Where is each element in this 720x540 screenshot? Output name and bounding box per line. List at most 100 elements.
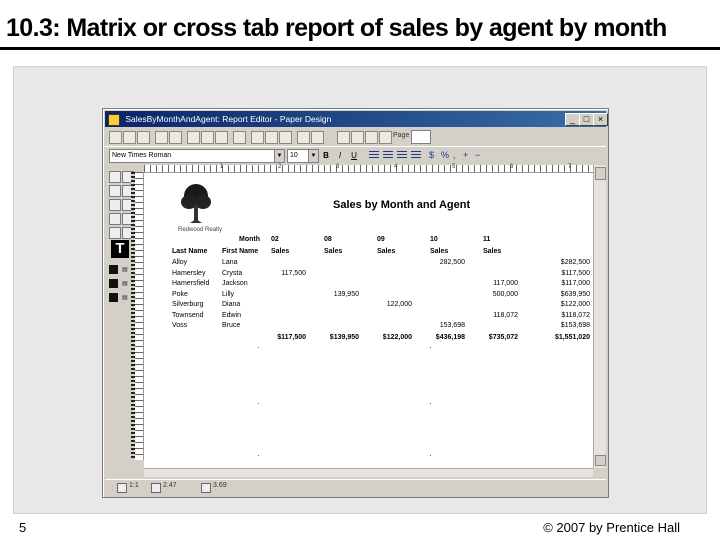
logo-caption: Redwood Realty [178,227,223,233]
fill-color-icon[interactable] [109,265,118,274]
rotate-tool-icon[interactable] [109,185,121,197]
magnifier-icon [117,483,127,493]
app-icon [108,114,120,126]
web-source-icon[interactable] [279,131,292,144]
table-cell: Edwin [222,311,242,319]
tool-palette: T ▤ ▤ ▤ [106,165,134,435]
total-cell: $117,500 [277,334,306,341]
page-label: Page [393,132,410,139]
guide-dot [258,403,259,404]
guide-dot [430,455,431,456]
report-canvas[interactable]: Redwood Realty Sales by Month and Agent … [144,173,593,468]
month-header: 09 [377,236,385,243]
window-title: SalesByMonthAndAgent: Report Editor - Pa… [125,114,332,124]
rectangle-tool-icon[interactable] [109,213,121,225]
line-color-icon[interactable] [109,279,118,288]
table-cell: 117,000 [493,280,518,287]
scroll-thumb[interactable] [595,167,606,180]
font-name-select[interactable]: New Times Roman ▼ [109,149,285,163]
slide-number: 5 [19,520,27,535]
table-cell: Poke [172,290,188,298]
text-tool-icon[interactable]: T [111,240,129,258]
paper-design-icon[interactable] [251,131,264,144]
commas-icon[interactable]: , [453,150,456,160]
bold-button[interactable]: B [321,150,331,161]
remove-decimal-icon[interactable]: − [475,150,480,160]
table-cell: Alloy [172,259,188,266]
run-icon[interactable] [169,131,182,144]
add-decimal-icon[interactable]: + [463,150,468,160]
total-cell: $735,072 [488,334,518,341]
table-cell: 282,500 [439,259,465,266]
scroll-down-arrow-icon[interactable] [595,455,606,466]
currency-icon[interactable]: $ [429,150,434,160]
horizontal-scrollbar[interactable] [144,468,593,477]
next-page-icon[interactable] [365,131,378,144]
table-cell: $117,500 [561,269,590,277]
close-button[interactable]: × [593,113,608,126]
table-cell: Lilly [222,290,235,298]
justify-icon[interactable] [411,151,421,159]
ruler-mark: 2 [278,164,282,170]
italic-button[interactable]: I [335,150,345,161]
table-cell: $153,698 [560,322,590,329]
minimize-button[interactable]: _ [565,113,580,126]
report-title: Sales by Month and Agent [333,199,471,211]
guide-dot [430,403,431,404]
first-page-icon[interactable] [337,131,350,144]
align-left-icon[interactable] [369,151,379,159]
status-bar: 1:1 2.47 3.69 [105,479,606,495]
tree-logo-icon [181,184,211,223]
cut-icon[interactable] [187,131,200,144]
save-icon[interactable] [137,131,150,144]
column-header: Sales [324,248,343,255]
open-icon[interactable] [123,131,136,144]
chevron-down-icon: ▼ [308,150,318,162]
table-cell: $282,500 [560,259,590,266]
ruler-mark: 3 [336,164,340,170]
table-cell: 118,072 [493,311,518,319]
zoom-in-icon[interactable] [297,131,310,144]
undo-icon[interactable] [233,131,246,144]
table-cell: 117,500 [281,269,306,277]
maximize-button[interactable]: □ [579,113,594,126]
zoom-out-icon[interactable] [311,131,324,144]
window-titlebar[interactable]: SalesByMonthAndAgent: Report Editor - Pa… [105,111,608,127]
print-icon[interactable] [155,131,168,144]
horizontal-position-icon [151,483,161,493]
vertical-scrollbar[interactable] [593,165,606,468]
table-cell: $639,950 [560,290,590,298]
last-page-icon[interactable] [379,131,392,144]
table-cell: Jackson [222,280,248,287]
page-number-field[interactable] [411,130,431,144]
line-color-swatch-icon: ▤ [122,281,128,287]
align-right-icon[interactable] [397,151,407,159]
month-header: 02 [271,236,279,243]
status-zoom: 1:1 [129,482,139,489]
underline-button[interactable]: U [349,150,359,161]
table-cell: 153,698 [439,322,465,329]
table-cell: Hamersley [172,269,206,277]
column-header: Sales [271,248,290,255]
paper-layout-icon[interactable] [265,131,278,144]
report-editor-window: SalesByMonthAndAgent: Report Editor - Pa… [102,108,609,498]
copy-icon[interactable] [201,131,214,144]
paste-icon[interactable] [215,131,228,144]
ruler-mark: 1 [220,164,224,170]
table-cell: $118,072 [561,311,590,319]
design-icon[interactable] [109,131,122,144]
text-color-icon[interactable] [109,293,118,302]
field-tool-icon[interactable] [109,227,121,239]
toolbar-format: New Times Roman ▼ 10 ▼ B I U $ % , + − [105,146,606,165]
total-cell: $436,198 [435,334,465,341]
column-header: Sales [377,248,396,255]
select-tool-icon[interactable] [109,171,121,183]
font-size-value: 10 [290,152,298,159]
align-center-icon[interactable] [383,151,393,159]
font-size-select[interactable]: 10 ▼ [287,149,319,163]
title-divider [0,47,720,50]
grand-total-cell: $1,551,020 [554,334,590,341]
percent-icon[interactable]: % [441,150,449,160]
previous-page-icon[interactable] [351,131,364,144]
magnify-tool-icon[interactable] [109,199,121,211]
